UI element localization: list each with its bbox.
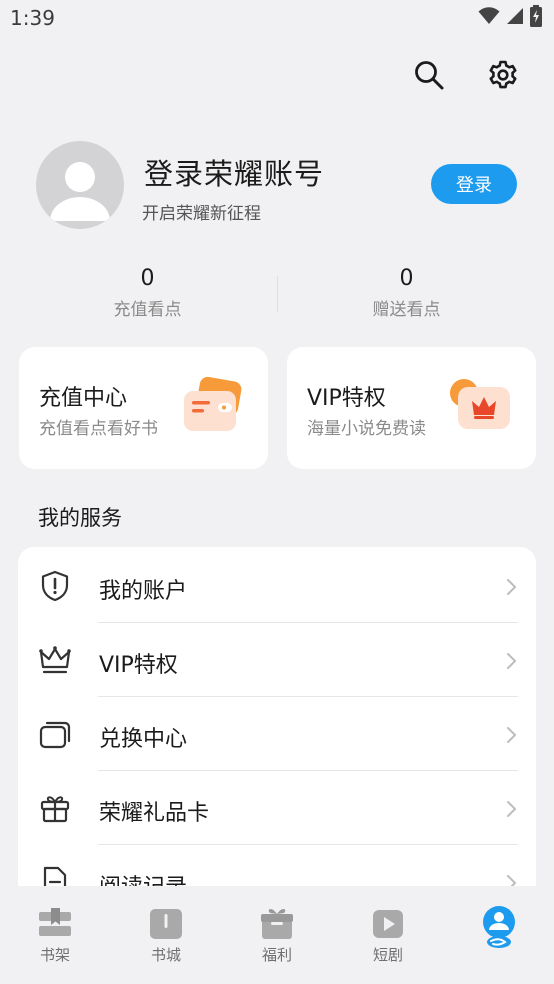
- gift-points[interactable]: 0 赠送看点: [277, 266, 536, 320]
- recharge-center-card[interactable]: 充值中心 充值看点看好书: [19, 347, 268, 469]
- status-bar: 1:39: [0, 0, 554, 38]
- chevron-right-icon: [504, 799, 518, 819]
- vip-privilege-card[interactable]: VIP特权 海量小说免费读: [287, 347, 536, 469]
- tab-bookstore[interactable]: 书城: [111, 886, 221, 984]
- chevron-right-icon: [504, 873, 518, 887]
- service-label: 荣耀礼品卡: [99, 801, 210, 826]
- tab-label: 短剧: [372, 946, 403, 964]
- gear-icon: [487, 59, 519, 95]
- play-icon: [370, 906, 406, 942]
- tab-label: 书架: [39, 946, 70, 964]
- search-icon: [413, 59, 445, 95]
- crown-icon: [38, 643, 72, 677]
- document-icon: [38, 865, 72, 887]
- service-item-redeem-center[interactable]: 兑换中心: [18, 697, 536, 771]
- tab-short-drama[interactable]: 短剧: [333, 886, 443, 984]
- vip-privilege-subtitle: 海量小说免费读: [307, 419, 426, 439]
- vip-privilege-title: VIP特权: [307, 386, 386, 411]
- service-label: 我的账户: [99, 579, 188, 604]
- gift-points-value: 0: [399, 266, 414, 291]
- service-item-my-account[interactable]: 我的账户: [18, 549, 536, 623]
- status-time: 1:39: [10, 6, 55, 30]
- tab-welfare[interactable]: 福利: [222, 886, 332, 984]
- service-label: 兑换中心: [99, 727, 188, 752]
- login-button[interactable]: 登录: [431, 164, 517, 204]
- search-button[interactable]: [412, 60, 446, 94]
- recharge-center-subtitle: 充值看点看好书: [39, 419, 158, 439]
- services-title: 我的服务: [38, 506, 122, 530]
- recharge-points-label: 充值看点: [113, 300, 182, 320]
- login-title[interactable]: 登录荣耀账号: [144, 151, 324, 193]
- cards-icon: [38, 717, 72, 751]
- points-stats: 0 充值看点 0 赠送看点: [18, 266, 536, 326]
- battery-icon: [530, 5, 542, 31]
- recharge-points-value: 0: [140, 266, 155, 291]
- signal-icon: [506, 7, 524, 29]
- tab-bookshelf[interactable]: 书架: [0, 886, 110, 984]
- services-list: 我的账户 VIP特权 兑换中心 荣耀礼品卡 阅读记录: [18, 547, 536, 887]
- chevron-right-icon: [504, 725, 518, 745]
- tab-label: 书城: [150, 946, 181, 964]
- profile-icon: [481, 904, 517, 950]
- gift-box-icon: [38, 791, 72, 825]
- book-store-icon: [148, 906, 184, 942]
- service-label: VIP特权: [99, 653, 178, 678]
- wallet-card-icon: [180, 376, 246, 435]
- shield-alert-icon: [38, 569, 72, 603]
- settings-button[interactable]: [486, 60, 520, 94]
- service-label: 阅读记录: [99, 869, 187, 887]
- vip-crown-icon: [448, 377, 514, 435]
- chevron-right-icon: [504, 577, 518, 597]
- default-avatar-icon: [50, 162, 110, 221]
- recharge-points[interactable]: 0 充值看点: [18, 266, 277, 320]
- gift-points-label: 赠送看点: [372, 300, 441, 320]
- service-item-reading-history[interactable]: 阅读记录: [18, 845, 536, 887]
- login-subtitle: 开启荣耀新征程: [142, 204, 261, 224]
- profile-header: 登录荣耀账号 开启荣耀新征程 登录: [36, 141, 526, 231]
- top-actions: [412, 60, 520, 94]
- service-item-vip-privilege[interactable]: VIP特权: [18, 623, 536, 697]
- tab-profile[interactable]: [444, 886, 554, 984]
- bookshelf-icon: [37, 906, 73, 942]
- service-item-gift-card[interactable]: 荣耀礼品卡: [18, 771, 536, 845]
- status-icons: [478, 5, 542, 31]
- gift-icon: [259, 906, 295, 942]
- avatar[interactable]: [36, 141, 124, 229]
- recharge-center-title: 充值中心: [39, 386, 128, 411]
- bottom-tab-bar: 书架 书城 福利 短剧: [0, 886, 554, 984]
- chevron-right-icon: [504, 651, 518, 671]
- tab-label: 福利: [261, 946, 292, 964]
- wifi-icon: [478, 7, 500, 29]
